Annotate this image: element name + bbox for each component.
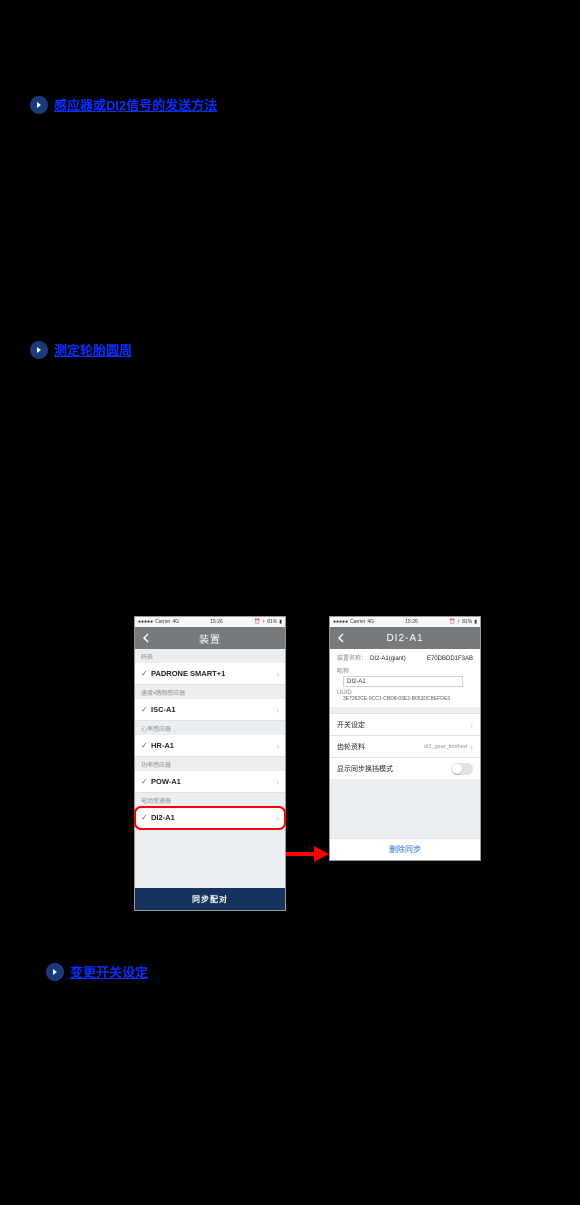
check-icon: ✓	[141, 741, 151, 750]
network-label: 4G	[367, 619, 374, 625]
chevron-right-icon: ›	[276, 813, 279, 823]
row-label: 开关设定	[337, 720, 470, 730]
nav-title: 装置	[199, 631, 221, 646]
screenshot-device-list: ●●●●● Carrier 4G 15:26 ⏰ ᚼ 81% ▮ 装置 码表 ✓…	[135, 617, 285, 910]
carrier-label: Carrier	[350, 619, 365, 625]
section-header-meter: 码表	[135, 649, 285, 663]
device-id: E70DBDD1F3AB	[427, 654, 473, 664]
uuid-value: 3E7262CE-9CC1-CBD8-03E2-B053DCBEFDE3	[343, 696, 473, 702]
alarm-icon: ⏰	[449, 619, 455, 625]
check-icon: ✓	[141, 777, 151, 786]
nav-bar: DI2-A1	[330, 627, 480, 649]
bluetooth-icon: ᚼ	[262, 619, 265, 625]
clock: 15:26	[405, 619, 418, 625]
button-label: 删除同步	[389, 844, 421, 855]
link-label: 感应器或DI2信号的发送方法	[54, 95, 217, 114]
arrow-right-circle-icon	[30, 341, 48, 359]
button-label: 同步配对	[192, 894, 228, 905]
chevron-right-icon: ›	[276, 741, 279, 751]
nickname-input[interactable]: DI2-A1	[343, 676, 463, 687]
status-bar: ●●●●● Carrier 4G 15:26 ⏰ ᚼ 81% ▮	[135, 617, 285, 627]
bluetooth-icon: ᚼ	[457, 619, 460, 625]
clock: 15:26	[210, 619, 223, 625]
nav-bar: 装置	[135, 627, 285, 649]
battery-icon: ▮	[474, 619, 477, 625]
device-row-hr[interactable]: ✓ HR-A1 ›	[135, 735, 285, 757]
switch-setting-row[interactable]: 开关设定 ›	[330, 713, 480, 735]
device-label: DI2-A1	[151, 813, 276, 822]
nickname-value: DI2-A1	[347, 679, 366, 685]
device-row-spdcad[interactable]: ✓ ISC-A1 ›	[135, 699, 285, 721]
check-icon: ✓	[141, 705, 151, 714]
signal-icon: ●●●●●	[333, 619, 348, 625]
status-bar: ●●●●● Carrier 4G 15:26 ⏰ ᚼ 81% ▮	[330, 617, 480, 627]
device-info-block: 装置名称： DI2-A1(giant) E70DBDD1F3AB 昵称 DI2-…	[330, 649, 480, 707]
link-sensor-signal[interactable]: 感应器或DI2信号的发送方法	[30, 95, 217, 114]
device-row-meter[interactable]: ✓ PADRONE SMART+1 ›	[135, 663, 285, 685]
signal-icon: ●●●●●	[138, 619, 153, 625]
network-label: 4G	[172, 619, 179, 625]
row-label: 显示同步换挡模式	[337, 764, 451, 774]
device-label: POW-A1	[151, 777, 276, 786]
section-header-spdcad: 速度•踏频感应器	[135, 685, 285, 699]
arrow-right-circle-icon	[30, 96, 48, 114]
back-button[interactable]	[334, 627, 348, 649]
sync-shift-mode-row: 显示同步换挡模式	[330, 757, 480, 779]
alarm-icon: ⏰	[254, 619, 260, 625]
link-tire-circumference[interactable]: 测定轮胎圆周	[30, 340, 132, 359]
section-header-hr: 心率感应器	[135, 721, 285, 735]
remove-sync-button[interactable]: 删除同步	[330, 838, 480, 860]
toggle-switch[interactable]	[451, 763, 473, 775]
red-arrow-icon	[286, 845, 329, 863]
battery-label: 81%	[462, 619, 472, 625]
device-label: PADRONE SMART+1	[151, 669, 276, 678]
arrow-right-circle-icon	[46, 963, 64, 981]
device-label: ISC-A1	[151, 705, 276, 714]
chevron-right-icon: ›	[276, 705, 279, 715]
battery-icon: ▮	[279, 619, 282, 625]
chevron-right-icon: ›	[276, 777, 279, 787]
device-name-label: 装置名称：	[337, 654, 367, 664]
device-label: HR-A1	[151, 741, 276, 750]
check-icon: ✓	[141, 813, 151, 822]
link-label: 变更开关设定	[70, 962, 148, 981]
nav-title: DI2-A1	[386, 633, 423, 644]
screenshot-group: ●●●●● Carrier 4G 15:26 ⏰ ᚼ 81% ▮ 装置 码表 ✓…	[135, 617, 545, 912]
gear-info-row[interactable]: 齿轮资料 di2_gear_toothed ›	[330, 735, 480, 757]
carrier-label: Carrier	[155, 619, 170, 625]
check-icon: ✓	[141, 669, 151, 678]
screenshot-device-detail: ●●●●● Carrier 4G 15:26 ⏰ ᚼ 81% ▮ DI2-A1 …	[330, 617, 480, 860]
device-row-egear-highlighted[interactable]: ✓ DI2-A1 ›	[135, 807, 285, 829]
chevron-right-icon: ›	[470, 742, 473, 752]
section-header-egear: 电动变速器	[135, 793, 285, 807]
nickname-label: 昵称	[337, 666, 473, 675]
back-button[interactable]	[139, 627, 153, 649]
link-change-switch-setting[interactable]: 变更开关设定	[46, 962, 148, 981]
device-name-value: DI2-A1(giant)	[370, 654, 406, 664]
link-label: 测定轮胎圆周	[54, 340, 132, 359]
sync-pair-button[interactable]: 同步配对	[135, 888, 285, 910]
device-row-pwr[interactable]: ✓ POW-A1 ›	[135, 771, 285, 793]
chevron-right-icon: ›	[470, 720, 473, 730]
chevron-right-icon: ›	[276, 669, 279, 679]
section-header-pwr: 功率感应器	[135, 757, 285, 771]
row-sublabel: di2_gear_toothed	[424, 744, 467, 750]
row-label: 齿轮资料	[337, 742, 424, 752]
battery-label: 81%	[267, 619, 277, 625]
